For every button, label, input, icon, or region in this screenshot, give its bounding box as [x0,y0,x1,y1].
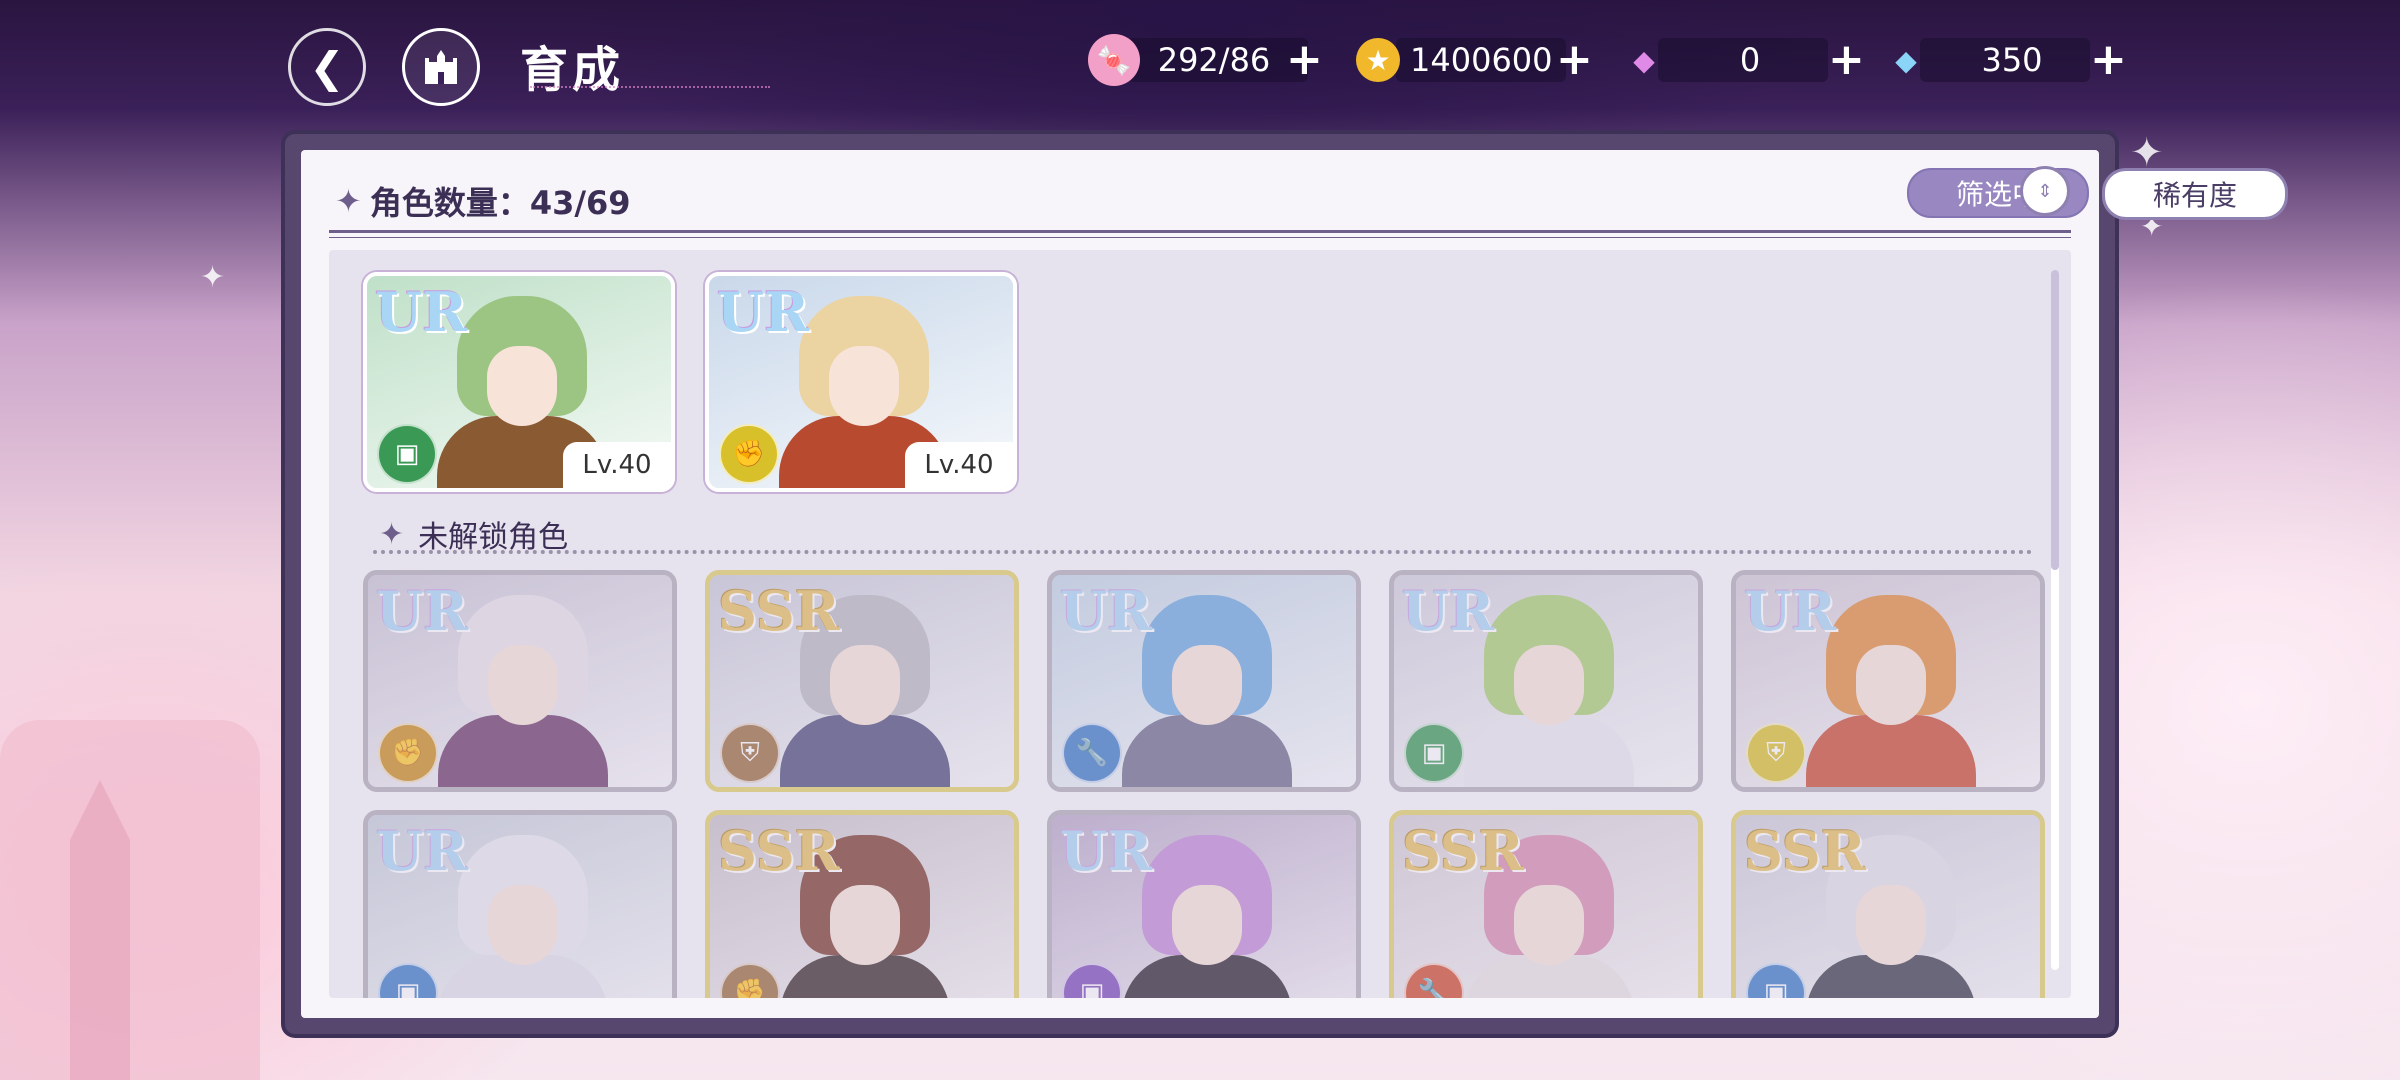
locked-overlay [1052,815,1356,998]
candy-icon: 🍬 [1088,34,1140,86]
level-label: Lv.40 [905,442,1013,488]
candy-value: 292/86 [1157,41,1271,79]
castle-silhouette [0,720,260,1080]
locked-character-card[interactable]: UR ▣ [1389,570,1703,792]
locked-character-card[interactable]: UR ▣ [363,810,677,998]
rarity-label: UR [717,280,809,344]
locked-overlay [1736,815,2040,998]
pink-diamond-icon: ◆ [1633,43,1655,77]
rarity-sort-button[interactable]: 稀有度 [2102,168,2288,220]
locked-character-card[interactable]: UR ✊ [363,570,677,792]
castle-tower [70,780,130,1080]
resource-pink-gem: ◆ 0 + [1618,32,1868,88]
rarity-label: UR [375,280,467,344]
sort-order-button[interactable]: ⇕ [2020,166,2070,216]
scroll-thumb[interactable] [2051,270,2059,570]
resource-candy: 🍬 292/86 + [1088,32,1328,88]
locked-character-card[interactable]: UR 🔧 [1047,570,1361,792]
header-divider [329,230,2071,238]
locked-character-card[interactable]: SSR 🔧 [1389,810,1703,998]
panel-header: ✦ 角色数量：43/69 筛选中 稀有度 [301,150,2288,232]
locked-overlay [368,575,672,787]
top-bar: ❮ 育成 🍬 292/86 + ★ 1400600 + ◆ 0 + ◆ 350 … [0,0,2400,120]
title-decoration [530,70,770,88]
scrollbar[interactable] [2051,270,2059,970]
home-button[interactable] [402,28,480,106]
sort-arrows-icon: ⇕ [2037,180,2053,202]
resource-blue-gem: ◆ 350 + [1880,32,2130,88]
owned-character-card[interactable]: UR ▣ Lv.40 [363,272,675,492]
blue-diamond-icon: ◆ [1895,43,1917,77]
coin-icon: ★ [1356,38,1400,82]
level-label: Lv.40 [563,442,671,488]
resource-gold: ★ 1400600 + [1356,32,1596,88]
locked-overlay [1736,575,2040,787]
locked-character-card[interactable]: SSR ⛨ [705,570,1019,792]
locked-overlay [1394,815,1698,998]
back-arrow-icon: ❮ [309,42,345,92]
locked-character-card[interactable]: UR ⛨ [1731,570,2045,792]
add-candy-button[interactable]: + [1286,38,1323,82]
blue-gem-value: 350 [1981,41,2043,79]
locked-overlay [368,815,672,998]
green-tech-icon: ▣ [377,424,437,484]
portrait-face [829,346,899,426]
section-divider [373,550,2033,554]
character-panel: ✦ 角色数量：43/69 筛选中 稀有度 ✦ 未解锁角色 UR ▣ Lv.40 UR ✊… [285,134,2288,1034]
gold-value: 1400600 [1410,41,1553,79]
sparkle-icon: ✦ [379,516,405,552]
locked-character-card[interactable]: UR ▣ [1047,810,1361,998]
pink-gem-value: 0 [1739,41,1761,79]
locked-character-card[interactable]: SSR ✊ [705,810,1019,998]
sparkle-icon: ✦ [200,260,226,295]
locked-overlay [710,815,1014,998]
portrait-face [487,346,557,426]
character-list[interactable]: ✦ 未解锁角色 UR ▣ Lv.40 UR ✊ Lv.40 UR ✊ SSR ⛨ UR 🔧 UR ▣ UR ⛨… [329,250,2071,998]
locked-overlay [1394,575,1698,787]
castle-icon [425,50,457,84]
panel-inner: ✦ 角色数量：43/69 筛选中 稀有度 ✦ 未解锁角色 UR ▣ Lv.40 UR ✊… [301,150,2288,1018]
add-blue-gem-button[interactable]: + [2090,38,2127,82]
add-pink-gem-button[interactable]: + [1828,38,1865,82]
character-count-label: 角色数量：43/69 [369,184,631,222]
owned-character-card[interactable]: UR ✊ Lv.40 [705,272,1017,492]
locked-overlay [1052,575,1356,787]
page-title: 育成 [520,42,625,98]
character-count: ✦ 角色数量：43/69 [335,178,631,224]
yellow-fist-icon: ✊ [719,424,779,484]
add-gold-button[interactable]: + [1556,38,1593,82]
locked-overlay [710,575,1014,787]
sparkle-icon: ✦ [335,182,362,220]
back-button[interactable]: ❮ [288,28,366,106]
locked-character-card[interactable]: SSR ▣ [1731,810,2045,998]
